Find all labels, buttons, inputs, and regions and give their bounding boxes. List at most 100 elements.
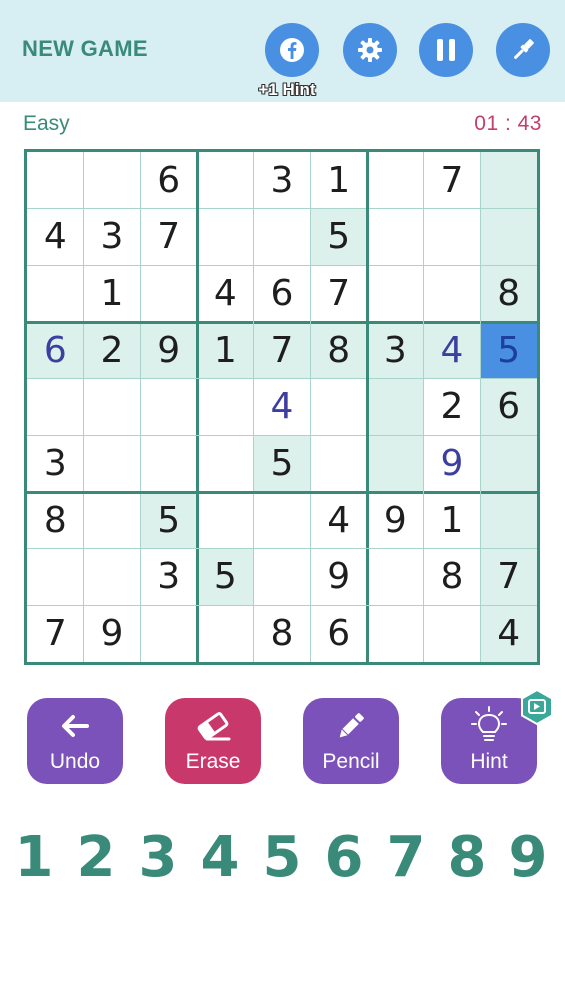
board-cell-r6-c7[interactable]	[367, 435, 424, 492]
settings-button[interactable]	[343, 23, 397, 77]
board-cell-r6-c3[interactable]	[140, 435, 197, 492]
board-cell-r1-c9[interactable]	[480, 152, 537, 209]
number-key-3[interactable]: 3	[133, 825, 183, 890]
board-cell-r9-c7[interactable]	[367, 605, 424, 662]
board-cell-r4-c8[interactable]: 4	[423, 322, 481, 379]
board-cell-r9-c3[interactable]	[140, 605, 197, 662]
board-cell-r1-c2[interactable]	[84, 152, 141, 209]
board-cell-r1-c8[interactable]: 7	[424, 152, 481, 209]
board-cell-r8-c3[interactable]: 3	[140, 549, 197, 606]
box-divider-horizontal	[27, 320, 537, 324]
board-cell-r1-c4[interactable]	[197, 152, 254, 209]
board-cell-r8-c8[interactable]: 8	[424, 549, 481, 606]
board-cell-r9-c9[interactable]: 4	[480, 605, 537, 662]
board-cell-r5-c5[interactable]: 4	[254, 379, 311, 436]
board-cell-r5-c4[interactable]	[197, 379, 254, 436]
board-cell-r4-c9[interactable]: 5	[480, 322, 537, 379]
board-cell-r3-c8[interactable]	[424, 265, 481, 322]
board-cell-r3-c3[interactable]	[140, 265, 197, 322]
board-cell-r7-c7[interactable]: 9	[367, 492, 424, 549]
theme-button[interactable]	[496, 23, 550, 77]
board-cell-r2-c3[interactable]: 7	[140, 209, 197, 266]
new-game-button[interactable]: NEW GAME	[22, 36, 148, 62]
board-cell-r7-c4[interactable]	[197, 492, 254, 549]
board-cell-r8-c6[interactable]: 9	[310, 549, 367, 606]
pause-button[interactable]	[419, 23, 473, 77]
board-cell-r5-c2[interactable]	[84, 379, 141, 436]
board-cell-r4-c3[interactable]: 9	[140, 322, 197, 379]
board-cell-r8-c9[interactable]: 7	[480, 548, 537, 606]
board-cell-r3-c6[interactable]: 7	[310, 265, 367, 322]
board-cell-r3-c9[interactable]: 8	[480, 265, 537, 322]
board-cell-r5-c1[interactable]	[27, 379, 84, 436]
erase-button[interactable]: Erase	[165, 698, 261, 784]
board-cell-r7-c9[interactable]	[480, 492, 537, 549]
board-cell-r7-c2[interactable]	[84, 492, 141, 549]
board-cell-r8-c2[interactable]	[84, 549, 141, 606]
board-cell-r4-c1[interactable]: 6	[27, 322, 84, 379]
board-cell-r2-c8[interactable]	[424, 209, 481, 266]
board-cell-r6-c8[interactable]: 9	[424, 435, 481, 492]
board-cell-r5-c7[interactable]	[367, 378, 424, 436]
board-cell-r5-c6[interactable]	[310, 379, 367, 436]
board-cell-r9-c1[interactable]: 7	[27, 605, 84, 662]
board-cell-r6-c2[interactable]	[84, 435, 141, 492]
board-cell-r9-c8[interactable]	[424, 605, 481, 662]
number-key-1[interactable]: 1	[9, 825, 59, 890]
number-key-8[interactable]: 8	[442, 825, 492, 890]
board-cell-r1-c6[interactable]: 1	[310, 152, 367, 209]
board-cell-r6-c6[interactable]	[310, 435, 367, 492]
board-cell-r4-c6[interactable]: 8	[310, 322, 367, 379]
board-cell-r6-c1[interactable]: 3	[27, 435, 84, 492]
board-cell-r1-c3[interactable]: 6	[140, 152, 197, 209]
board-cell-r1-c1[interactable]	[27, 152, 84, 209]
facebook-button[interactable]	[265, 23, 319, 77]
board-cell-r9-c6[interactable]: 6	[310, 605, 367, 662]
board-cell-r4-c7[interactable]: 3	[367, 322, 424, 379]
board-cell-r6-c9[interactable]	[480, 435, 537, 492]
board-cell-r6-c4[interactable]	[197, 435, 254, 492]
board-cell-r4-c5[interactable]: 7	[253, 322, 311, 379]
board-cell-r7-c6[interactable]: 4	[310, 492, 367, 549]
board-cell-r8-c1[interactable]	[27, 549, 84, 606]
board-cell-r4-c4[interactable]: 1	[197, 322, 254, 379]
number-key-7[interactable]: 7	[381, 825, 431, 890]
board-cell-r5-c9[interactable]: 6	[480, 378, 537, 436]
board-cell-r9-c5[interactable]: 8	[254, 605, 311, 662]
board-cell-r8-c7[interactable]	[367, 549, 424, 606]
board-cell-r9-c4[interactable]	[197, 605, 254, 662]
board-cell-r2-c2[interactable]: 3	[84, 209, 141, 266]
board-cell-r1-c7[interactable]	[367, 152, 424, 209]
board-cell-r4-c2[interactable]: 2	[83, 322, 141, 379]
board-cell-r3-c7[interactable]	[367, 265, 424, 322]
board-cell-r3-c2[interactable]: 1	[84, 265, 141, 322]
number-key-6[interactable]: 6	[319, 825, 369, 890]
board-cell-r5-c3[interactable]	[140, 379, 197, 436]
board-cell-r2-c7[interactable]	[367, 209, 424, 266]
board-cell-r3-c4[interactable]: 4	[197, 265, 254, 322]
number-key-9[interactable]: 9	[503, 825, 553, 890]
video-ad-badge[interactable]	[518, 688, 556, 726]
board-cell-r9-c2[interactable]: 9	[84, 605, 141, 662]
board-cell-r2-c5[interactable]	[254, 209, 311, 266]
board-cell-r7-c5[interactable]	[254, 492, 311, 549]
undo-button[interactable]: Undo	[27, 698, 123, 784]
board-cell-r1-c5[interactable]: 3	[254, 152, 311, 209]
board-cell-r6-c5[interactable]: 5	[253, 435, 311, 492]
board-cell-r2-c4[interactable]	[197, 209, 254, 266]
board-cell-r7-c1[interactable]: 8	[27, 492, 84, 549]
number-key-5[interactable]: 5	[257, 825, 307, 890]
board-cell-r8-c4[interactable]: 5	[197, 548, 254, 606]
board-cell-r7-c8[interactable]: 1	[424, 492, 481, 549]
board-cell-r2-c6[interactable]: 5	[310, 208, 367, 266]
board-cell-r2-c9[interactable]	[480, 208, 537, 266]
board-cell-r8-c5[interactable]	[254, 549, 311, 606]
board-cell-r2-c1[interactable]: 4	[27, 209, 84, 266]
pencil-button[interactable]: Pencil	[303, 698, 399, 784]
number-key-4[interactable]: 4	[195, 825, 245, 890]
number-key-2[interactable]: 2	[71, 825, 121, 890]
board-cell-r3-c1[interactable]	[27, 265, 84, 322]
board-cell-r5-c8[interactable]: 2	[424, 379, 481, 436]
board-cell-r7-c3[interactable]: 5	[140, 492, 197, 549]
board-cell-r3-c5[interactable]: 6	[254, 265, 311, 322]
